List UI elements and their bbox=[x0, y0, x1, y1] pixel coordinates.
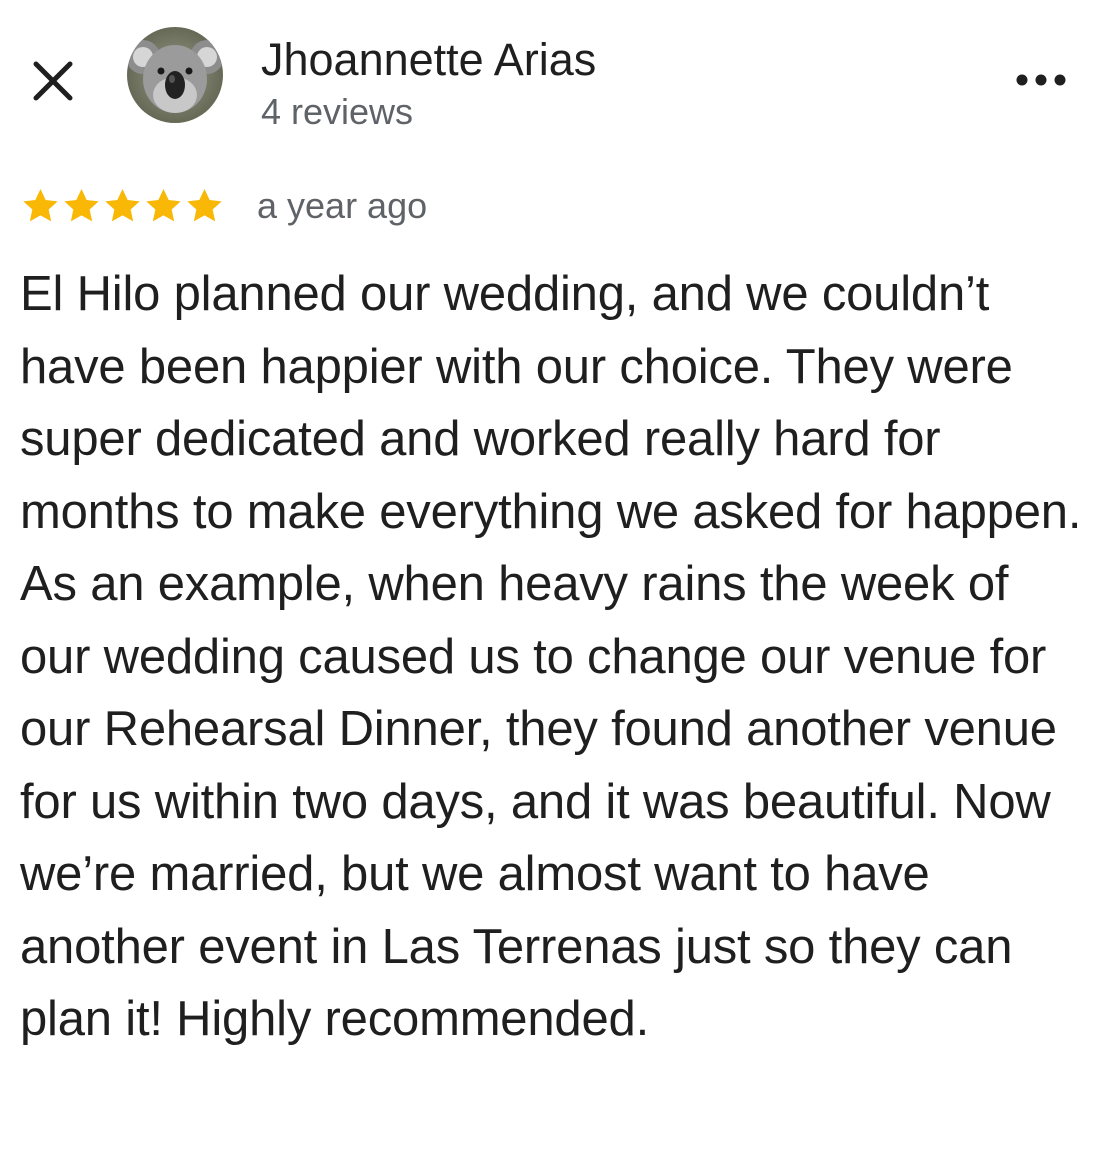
review-count[interactable]: 4 reviews bbox=[261, 91, 413, 133]
star-icon bbox=[64, 189, 99, 222]
review-timestamp: a year ago bbox=[257, 185, 428, 226]
koala-avatar-icon bbox=[127, 27, 223, 123]
more-horizontal-icon bbox=[1016, 74, 1066, 86]
star-icon bbox=[23, 189, 58, 222]
star-icon bbox=[105, 189, 140, 222]
review-text: El Hilo planned our wedding, and we coul… bbox=[20, 267, 1082, 1046]
avatar[interactable] bbox=[127, 27, 223, 123]
star-icon bbox=[146, 189, 181, 222]
more-options-button[interactable] bbox=[1012, 62, 1072, 98]
rating-row: a year ago bbox=[20, 184, 427, 228]
star-rating bbox=[20, 186, 225, 226]
close-icon bbox=[33, 61, 73, 101]
author-name[interactable]: Jhoannette Arias bbox=[261, 34, 596, 86]
close-button[interactable] bbox=[28, 56, 78, 106]
star-icon bbox=[187, 189, 222, 222]
